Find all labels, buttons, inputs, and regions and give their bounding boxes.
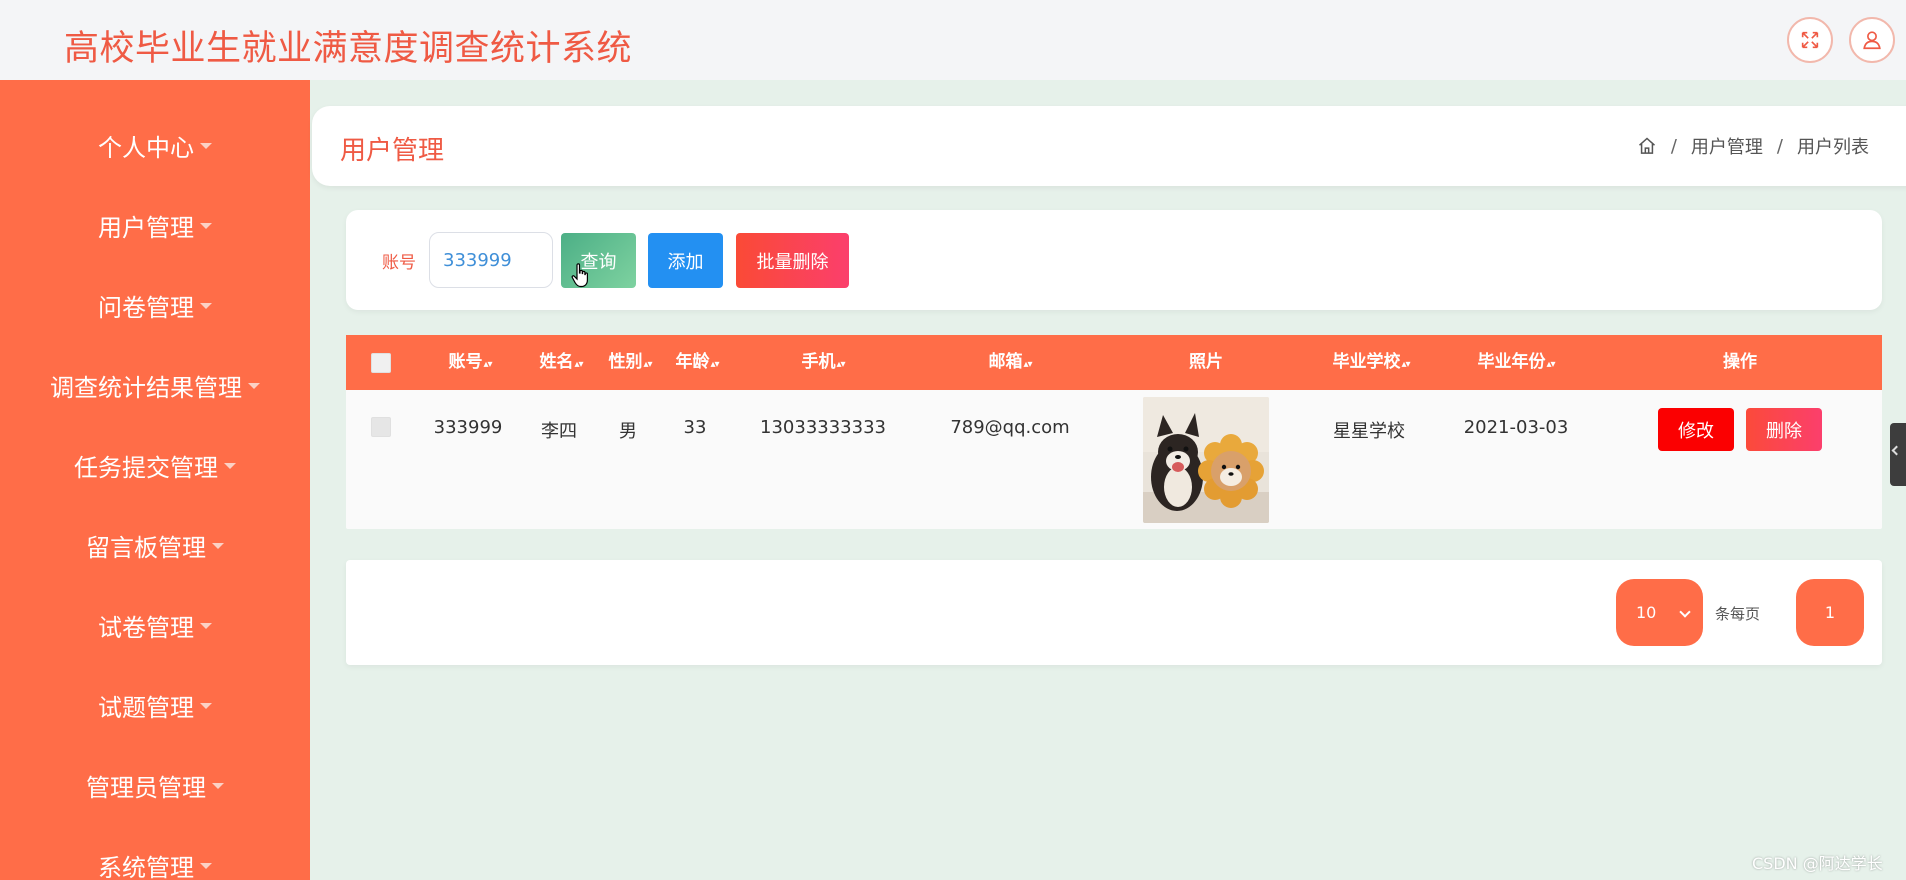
sort-icon: ▴▾ (836, 359, 845, 370)
dog-photo-image (1143, 397, 1269, 523)
sidebar-item-personal-center[interactable]: 个人中心 (0, 105, 310, 185)
account-search-label: 账号 (382, 253, 416, 273)
pagination: 10 条每页 1 (346, 560, 1882, 665)
sidebar-item-label: 问卷管理 (98, 293, 194, 322)
sidebar-item-label: 任务提交管理 (74, 453, 218, 482)
batch-delete-button[interactable]: 批量删除 (736, 233, 849, 288)
top-header: 高校毕业生就业满意度调查统计系统 (0, 0, 1906, 80)
cell-phone: 13033333333 (760, 417, 886, 438)
breadcrumb-item-user-list: 用户列表 (1797, 137, 1869, 158)
sidebar-item-survey-results-management[interactable]: 调查统计结果管理 (0, 345, 310, 425)
sidebar-item-admin-management[interactable]: 管理员管理 (0, 745, 310, 825)
breadcrumb-separator: / (1776, 135, 1783, 157)
delete-button[interactable]: 删除 (1746, 408, 1822, 451)
column-header-grad-year[interactable]: 毕业年份▴▾ (1477, 335, 1555, 390)
sort-icon: ▴▾ (1546, 359, 1555, 370)
sidebar-item-system-management[interactable]: 系统管理 (0, 825, 310, 880)
caret-down-icon (200, 223, 212, 229)
sidebar-item-label: 用户管理 (98, 213, 194, 242)
column-header-photo: 照片 (1189, 352, 1223, 372)
breadcrumb-separator: / (1670, 135, 1677, 157)
app-title: 高校毕业生就业满意度调查统计系统 (64, 29, 633, 69)
sidebar-item-label: 留言板管理 (86, 533, 206, 562)
row-checkbox[interactable] (371, 417, 391, 437)
side-panel-handle[interactable] (1890, 423, 1906, 486)
page-title: 用户管理 (340, 136, 445, 166)
sidebar: 个人中心 用户管理 问卷管理 调查统计结果管理 任务提交管理 留言板管理 试卷管… (0, 80, 310, 880)
column-header-name[interactable]: 姓名▴▾ (539, 335, 583, 390)
breadcrumb: / 用户管理 / 用户列表 (1637, 133, 1869, 159)
sort-icon: ▴▾ (1023, 359, 1032, 370)
sidebar-item-message-board-management[interactable]: 留言板管理 (0, 505, 310, 585)
caret-down-icon (200, 143, 212, 149)
chevron-left-icon (1891, 445, 1902, 456)
user-icon (1863, 31, 1881, 50)
caret-down-icon (248, 383, 260, 389)
column-header-age[interactable]: 年龄▴▾ (675, 335, 719, 390)
caret-down-icon (200, 703, 212, 709)
sidebar-item-user-management[interactable]: 用户管理 (0, 185, 310, 265)
cell-name: 李四 (541, 421, 577, 442)
caret-down-icon (212, 783, 224, 789)
cell-account: 333999 (433, 417, 503, 438)
column-header-actions: 操作 (1723, 352, 1757, 372)
fullscreen-button[interactable] (1787, 17, 1833, 63)
sidebar-item-label: 系统管理 (98, 853, 194, 880)
page-size-value: 10 (1636, 603, 1657, 622)
sidebar-item-label: 试题管理 (98, 693, 194, 722)
search-panel: 账号 查询 添加 批量删除 (346, 210, 1882, 310)
sidebar-item-exam-paper-management[interactable]: 试卷管理 (0, 585, 310, 665)
home-icon[interactable] (1637, 136, 1657, 156)
sidebar-item-label: 试卷管理 (98, 613, 194, 642)
table-header: 账号▴▾ 姓名▴▾ 性别▴▾ 年龄▴▾ 手机▴▾ 邮箱▴▾ 照片 毕业学校▴▾ … (346, 335, 1882, 390)
user-table: 账号▴▾ 姓名▴▾ 性别▴▾ 年龄▴▾ 手机▴▾ 邮箱▴▾ 照片 毕业学校▴▾ … (346, 335, 1882, 529)
cell-school: 星星学校 (1333, 421, 1405, 442)
edit-button[interactable]: 修改 (1658, 408, 1734, 451)
cell-grad-year: 2021-03-03 (1463, 417, 1569, 438)
sidebar-item-label: 调查统计结果管理 (50, 373, 242, 402)
caret-down-icon (200, 303, 212, 309)
caret-down-icon (200, 863, 212, 869)
caret-down-icon (212, 543, 224, 549)
column-header-email[interactable]: 邮箱▴▾ (988, 335, 1032, 390)
user-button[interactable] (1849, 17, 1895, 63)
caret-down-icon (224, 463, 236, 469)
account-search-input[interactable] (429, 232, 553, 288)
select-all-checkbox[interactable] (371, 353, 391, 373)
cell-age: 33 (683, 417, 707, 438)
page-size-select[interactable]: 10 (1616, 579, 1703, 646)
sidebar-item-label: 个人中心 (98, 133, 194, 162)
sort-icon: ▴▾ (483, 359, 492, 370)
sort-icon: ▴▾ (574, 359, 583, 370)
sort-icon: ▴▾ (1401, 359, 1410, 370)
add-button[interactable]: 添加 (648, 233, 723, 288)
hand-cursor-icon (571, 263, 588, 288)
cell-email: 789@qq.com (950, 417, 1070, 438)
chevron-down-icon (1679, 606, 1691, 618)
sidebar-item-question-management[interactable]: 试题管理 (0, 665, 310, 745)
sort-icon: ▴▾ (643, 359, 652, 370)
column-header-account[interactable]: 账号▴▾ (448, 335, 492, 390)
column-header-school[interactable]: 毕业学校▴▾ (1332, 335, 1410, 390)
user-photo (1143, 397, 1269, 523)
sidebar-item-questionnaire-management[interactable]: 问卷管理 (0, 265, 310, 345)
watermark: CSDN @阿达学长 (1752, 854, 1883, 873)
cell-gender: 男 (619, 421, 637, 442)
sidebar-item-label: 管理员管理 (86, 773, 206, 802)
fullscreen-icon (1801, 31, 1819, 49)
column-header-phone[interactable]: 手机▴▾ (801, 335, 845, 390)
page-number-button[interactable]: 1 (1796, 579, 1864, 646)
caret-down-icon (200, 623, 212, 629)
sidebar-item-task-submission-management[interactable]: 任务提交管理 (0, 425, 310, 505)
breadcrumb-item-user-management[interactable]: 用户管理 (1691, 133, 1763, 159)
per-page-label: 条每页 (1715, 605, 1761, 623)
sort-icon: ▴▾ (710, 359, 719, 370)
column-header-gender[interactable]: 性别▴▾ (608, 335, 652, 390)
